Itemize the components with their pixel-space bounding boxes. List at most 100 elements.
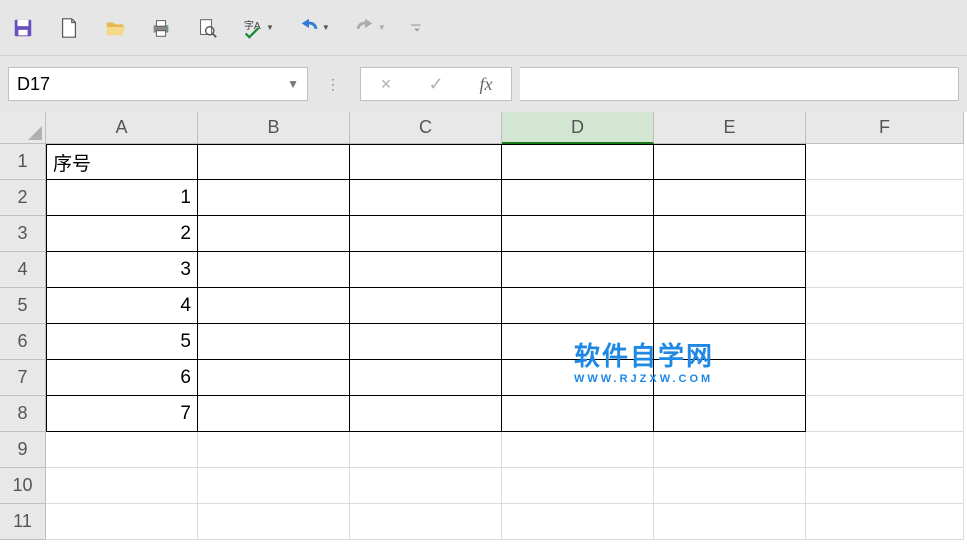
cell-F11[interactable] [806, 504, 964, 540]
cell-A1[interactable]: 序号 [46, 144, 198, 180]
cell-D3[interactable] [502, 216, 654, 252]
cell-B3[interactable] [198, 216, 350, 252]
cell-C9[interactable] [350, 432, 502, 468]
cancel-button[interactable]: × [361, 68, 411, 100]
print-preview-button[interactable] [196, 17, 218, 39]
cell-D6[interactable] [502, 324, 654, 360]
cell-E9[interactable] [654, 432, 806, 468]
cell-C2[interactable] [350, 180, 502, 216]
cell-D2[interactable] [502, 180, 654, 216]
cell-D5[interactable] [502, 288, 654, 324]
cell-E1[interactable] [654, 144, 806, 180]
cell-B10[interactable] [198, 468, 350, 504]
cell-D10[interactable] [502, 468, 654, 504]
cell-A7[interactable]: 6 [46, 360, 198, 396]
cell-B2[interactable] [198, 180, 350, 216]
cell-E4[interactable] [654, 252, 806, 288]
cell-E2[interactable] [654, 180, 806, 216]
column-header-E[interactable]: E [654, 112, 806, 144]
cell-E3[interactable] [654, 216, 806, 252]
print-button[interactable] [150, 17, 172, 39]
cell-B9[interactable] [198, 432, 350, 468]
row-header-10[interactable]: 10 [0, 468, 46, 504]
row-header-5[interactable]: 5 [0, 288, 46, 324]
accept-button[interactable]: ✓ [411, 68, 461, 100]
cell-C10[interactable] [350, 468, 502, 504]
cell-D11[interactable] [502, 504, 654, 540]
undo-button[interactable]: ▼ [298, 17, 330, 39]
cell-A11[interactable] [46, 504, 198, 540]
row-header-4[interactable]: 4 [0, 252, 46, 288]
save-button[interactable] [12, 17, 34, 39]
formula-input[interactable] [520, 67, 959, 101]
cell-D1[interactable] [502, 144, 654, 180]
cell-A2[interactable]: 1 [46, 180, 198, 216]
name-box[interactable]: ▼ [8, 67, 308, 101]
cell-D7[interactable] [502, 360, 654, 396]
cell-F5[interactable] [806, 288, 964, 324]
row-header-7[interactable]: 7 [0, 360, 46, 396]
cell-F2[interactable] [806, 180, 964, 216]
cell-C8[interactable] [350, 396, 502, 432]
cell-C7[interactable] [350, 360, 502, 396]
cell-A5[interactable]: 4 [46, 288, 198, 324]
cell-F3[interactable] [806, 216, 964, 252]
cell-C3[interactable] [350, 216, 502, 252]
new-button[interactable] [58, 17, 80, 39]
cell-D8[interactable] [502, 396, 654, 432]
column-header-A[interactable]: A [46, 112, 198, 144]
cell-F1[interactable] [806, 144, 964, 180]
column-header-F[interactable]: F [806, 112, 964, 144]
cell-F4[interactable] [806, 252, 964, 288]
cell-F10[interactable] [806, 468, 964, 504]
cell-B11[interactable] [198, 504, 350, 540]
cell-F9[interactable] [806, 432, 964, 468]
cell-F6[interactable] [806, 324, 964, 360]
chevron-down-icon[interactable]: ▼ [281, 77, 299, 91]
cell-E6[interactable] [654, 324, 806, 360]
row-header-2[interactable]: 2 [0, 180, 46, 216]
cell-F7[interactable] [806, 360, 964, 396]
cell-C1[interactable] [350, 144, 502, 180]
column-header-D[interactable]: D [502, 112, 654, 144]
redo-button[interactable]: ▼ [354, 17, 386, 39]
cell-C6[interactable] [350, 324, 502, 360]
row-header-1[interactable]: 1 [0, 144, 46, 180]
row-header-8[interactable]: 8 [0, 396, 46, 432]
row-header-9[interactable]: 9 [0, 432, 46, 468]
cell-F8[interactable] [806, 396, 964, 432]
row-header-3[interactable]: 3 [0, 216, 46, 252]
cell-B4[interactable] [198, 252, 350, 288]
cell-A9[interactable] [46, 432, 198, 468]
cell-A8[interactable]: 7 [46, 396, 198, 432]
cell-D9[interactable] [502, 432, 654, 468]
open-button[interactable] [104, 17, 126, 39]
cell-E8[interactable] [654, 396, 806, 432]
cell-C4[interactable] [350, 252, 502, 288]
cell-B6[interactable] [198, 324, 350, 360]
cell-D4[interactable] [502, 252, 654, 288]
row-header-11[interactable]: 11 [0, 504, 46, 540]
select-all-corner[interactable] [0, 112, 46, 144]
cell-A3[interactable]: 2 [46, 216, 198, 252]
cell-B5[interactable] [198, 288, 350, 324]
cell-A10[interactable] [46, 468, 198, 504]
cell-C11[interactable] [350, 504, 502, 540]
column-header-B[interactable]: B [198, 112, 350, 144]
column-header-C[interactable]: C [350, 112, 502, 144]
cell-E5[interactable] [654, 288, 806, 324]
cell-A4[interactable]: 3 [46, 252, 198, 288]
more-button[interactable] [410, 21, 424, 35]
cell-B1[interactable] [198, 144, 350, 180]
fx-button[interactable]: fx [461, 68, 511, 100]
cell-E7[interactable] [654, 360, 806, 396]
cell-A6[interactable]: 5 [46, 324, 198, 360]
row-header-6[interactable]: 6 [0, 324, 46, 360]
cell-E10[interactable] [654, 468, 806, 504]
cell-E11[interactable] [654, 504, 806, 540]
cell-C5[interactable] [350, 288, 502, 324]
spellcheck-button[interactable]: 字A ▼ [242, 17, 274, 39]
name-box-input[interactable] [17, 74, 281, 95]
cell-B7[interactable] [198, 360, 350, 396]
cell-B8[interactable] [198, 396, 350, 432]
